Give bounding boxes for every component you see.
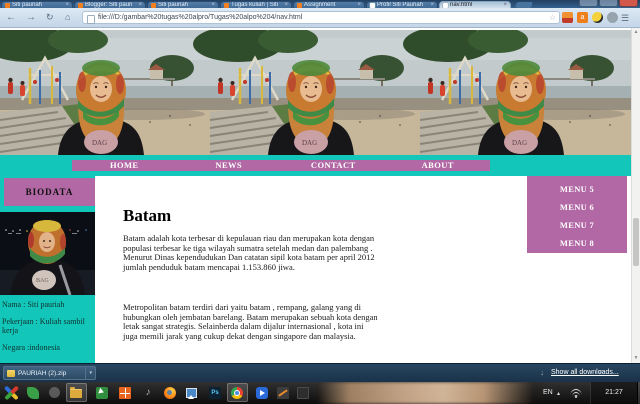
nav-item-about[interactable]: ABOUT bbox=[386, 160, 491, 171]
biodata-title: BIODATA bbox=[4, 178, 95, 206]
taskbar-clock[interactable]: 21:27 bbox=[590, 382, 637, 404]
chrome-icon[interactable] bbox=[231, 387, 243, 399]
media-player-icon[interactable] bbox=[256, 387, 268, 399]
browser-tab[interactable]: Assignment × bbox=[293, 1, 365, 8]
address-bar[interactable]: file:///D:/gambar%20tugas%20alpro/Tugas%… bbox=[82, 11, 560, 24]
green-app-icon[interactable] bbox=[27, 387, 39, 399]
blogger-icon bbox=[5, 2, 10, 8]
biodata-details: Nama : Siti pauriah Pekerjaan : Kuliah s… bbox=[2, 300, 94, 359]
minimize-button[interactable] bbox=[579, 0, 598, 7]
download-bar-close-icon[interactable]: × bbox=[598, 367, 603, 377]
taskbar: ♪ Ps EN ▴ 21:27 bbox=[0, 382, 640, 404]
close-button[interactable] bbox=[619, 0, 638, 7]
biodata-sidebar: BIODATA BAG Nama: Siti pauriah Pekerjaa… bbox=[0, 176, 95, 363]
article-panel: Batam Batam adalah kota terbesar di kepu… bbox=[95, 176, 631, 363]
blogger-icon bbox=[297, 2, 302, 8]
browser-tab[interactable]: Profil Siti Pauriah × bbox=[366, 1, 438, 8]
start-button[interactable] bbox=[3, 384, 20, 401]
article-paragraph: Batam adalah kota terbesar di kepulauan … bbox=[123, 233, 375, 272]
download-arrow-icon: ↓ bbox=[540, 368, 544, 377]
browser-tab-strip: Siti pauriah × Blogger: Siti pauri × Sit… bbox=[0, 0, 640, 8]
office-grid-icon[interactable] bbox=[119, 387, 131, 399]
explorer-folder-icon[interactable] bbox=[70, 387, 82, 398]
wifi-icon[interactable] bbox=[570, 389, 581, 398]
biodata-country-line: Negara :indonesia bbox=[2, 342, 60, 352]
nav-item-news[interactable]: NEWS bbox=[177, 160, 282, 171]
graphics-tool-icon[interactable] bbox=[277, 387, 289, 399]
page-icon bbox=[87, 14, 95, 24]
menu-item-6[interactable]: MENU 6 bbox=[527, 198, 627, 216]
tray-expand-icon[interactable]: ▴ bbox=[557, 390, 560, 397]
download-file-name: PAURIAH (2).zip bbox=[18, 369, 67, 377]
page-content: BIODATA BAG Nama: Siti pauriah Pekerjaa… bbox=[0, 176, 631, 363]
url-text: file:///D:/gambar%20tugas%20alpro/Tugas%… bbox=[98, 14, 303, 21]
browser-tab[interactable]: Blogger: Siti pauri × bbox=[74, 1, 146, 8]
extension-icon-1[interactable] bbox=[562, 12, 573, 23]
dimmed-app-icon[interactable] bbox=[49, 387, 60, 398]
download-item[interactable]: PAURIAH (2).zip ▾ bbox=[3, 366, 96, 380]
browser-tab-active[interactable]: nav.html × bbox=[439, 1, 511, 8]
scroll-down-icon[interactable]: ▼ bbox=[632, 354, 640, 363]
nav-item-contact[interactable]: CONTACT bbox=[281, 160, 386, 171]
biodata-photo: BAG bbox=[0, 212, 95, 296]
screen: Siti pauriah × Blogger: Siti pauri × Sit… bbox=[0, 0, 640, 404]
reload-icon[interactable]: ↻ bbox=[46, 11, 54, 24]
blogger-icon bbox=[151, 2, 156, 8]
browser-toolbar: ← → ↻ ⌂ file:///D:/gambar%20tugas%20alpr… bbox=[0, 8, 640, 28]
scrollbar-thumb[interactable] bbox=[633, 218, 639, 266]
extension-icon-2[interactable]: a bbox=[577, 12, 588, 23]
firefox-icon[interactable] bbox=[164, 387, 176, 399]
blogger-icon bbox=[224, 2, 229, 8]
globe-icon[interactable] bbox=[607, 12, 618, 23]
cursor-app-icon[interactable] bbox=[96, 387, 108, 399]
language-indicator[interactable]: EN bbox=[543, 389, 553, 396]
music-note-icon[interactable]: ♪ bbox=[142, 387, 154, 399]
dark-app-icon[interactable] bbox=[297, 387, 309, 399]
photo-viewer-icon[interactable] bbox=[186, 388, 197, 399]
article-paragraph: Metropolitan batam terdiri dari yaitu ba… bbox=[123, 302, 378, 341]
show-all-downloads-link[interactable]: Show all downloads... bbox=[551, 369, 619, 376]
maximize-button[interactable] bbox=[599, 0, 618, 7]
biodata-name-line: Nama : Siti pauriah bbox=[2, 300, 65, 309]
blogger-icon bbox=[78, 2, 83, 8]
home-icon[interactable]: ⌂ bbox=[65, 11, 70, 24]
window-controls bbox=[579, 0, 638, 7]
menu-item-5[interactable]: MENU 5 bbox=[527, 180, 627, 198]
nav-item-home[interactable]: HOME bbox=[72, 160, 177, 171]
menu-item-7[interactable]: MENU 7 bbox=[527, 216, 627, 234]
menu-icon[interactable]: ☰ bbox=[621, 12, 629, 24]
extension-icon-3[interactable] bbox=[592, 12, 603, 23]
menu-item-8[interactable]: MENU 8 bbox=[527, 234, 627, 252]
svg-text:BAG: BAG bbox=[36, 278, 49, 284]
back-icon[interactable]: ← bbox=[6, 11, 16, 24]
scroll-up-icon[interactable]: ▲ bbox=[632, 28, 640, 37]
portrait-photo: BAG bbox=[0, 212, 95, 296]
browser-tab[interactable]: Tugas kuliah | Siti × bbox=[220, 1, 292, 8]
biodata-job-line: Pekerjaan : Kuliah sambil kerja bbox=[2, 316, 85, 336]
browser-tab[interactable]: Siti pauriah × bbox=[147, 1, 219, 8]
forward-icon[interactable]: → bbox=[26, 11, 36, 24]
beach-photo: DAG bbox=[0, 28, 631, 157]
zip-file-icon bbox=[7, 369, 15, 377]
side-menu: MENU 5 MENU 6 MENU 7 MENU 8 bbox=[527, 176, 627, 253]
page-icon bbox=[370, 2, 375, 8]
download-bar: PAURIAH (2).zip ▾ ↓ Show all downloads..… bbox=[0, 363, 640, 382]
photoshop-icon[interactable]: Ps bbox=[209, 387, 221, 399]
header-photo-banner: DAG bbox=[0, 28, 631, 157]
browser-tab[interactable]: Siti pauriah × bbox=[1, 1, 73, 8]
download-caret-icon[interactable]: ▾ bbox=[85, 367, 92, 379]
bookmark-star-icon[interactable]: ☆ bbox=[549, 12, 556, 23]
web-page: DAG HOME NEWS CONTACT ABOUT BIODATA bbox=[0, 28, 631, 363]
site-navbar: HOME NEWS CONTACT ABOUT bbox=[72, 160, 490, 171]
article-heading: Batam bbox=[123, 206, 172, 225]
vertical-scrollbar[interactable]: ▲ ▼ bbox=[631, 28, 640, 363]
page-icon bbox=[443, 2, 448, 8]
taskbar-aero-glass bbox=[318, 382, 542, 404]
